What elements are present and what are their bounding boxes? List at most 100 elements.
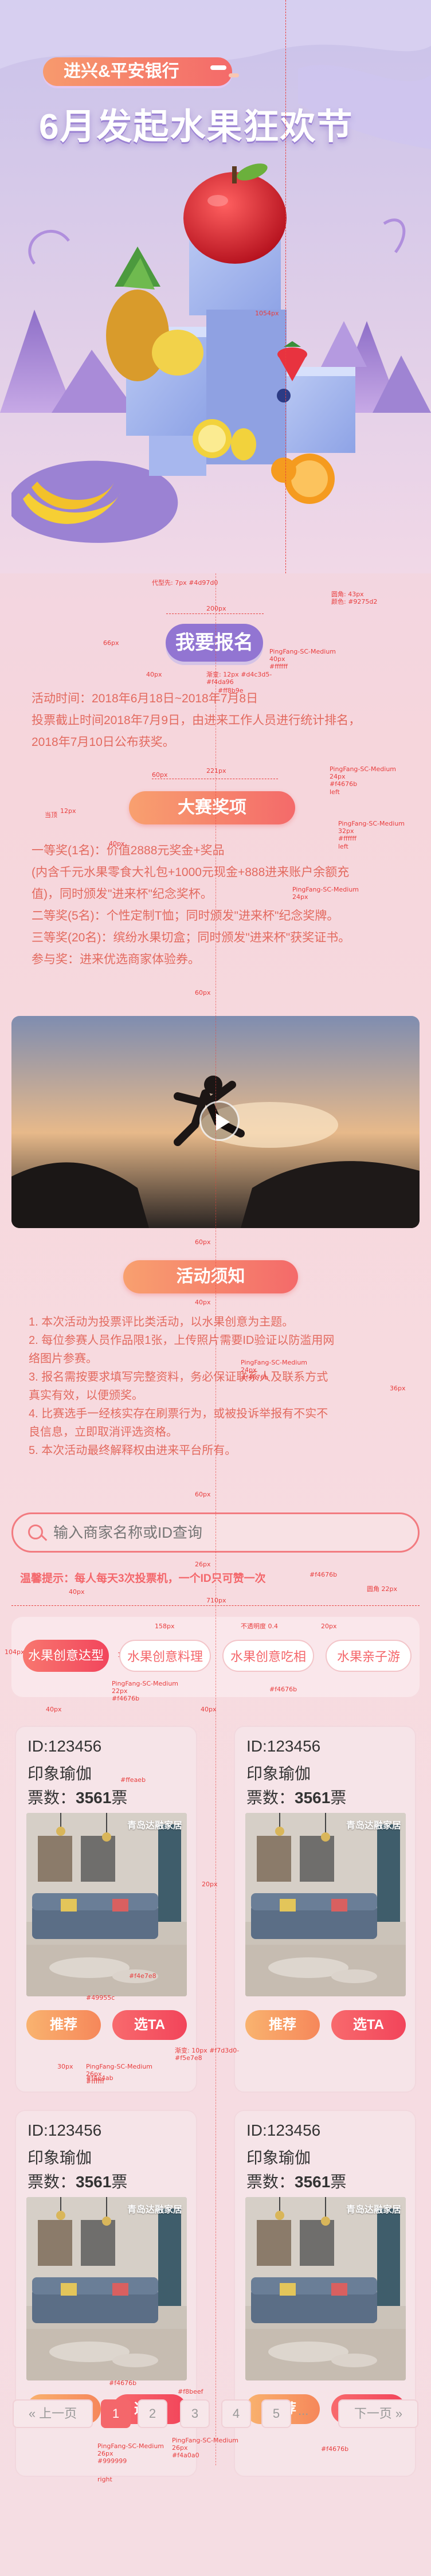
notice-line: 5. 本次活动最终解释权由进来平台所有。 — [29, 1444, 237, 1457]
annotation: 代型先: 7px #4d97d0 — [152, 579, 218, 587]
tag-fruit-eating[interactable]: 水果创意吃相 — [222, 1640, 314, 1672]
tag-fruit-style[interactable]: 水果创意达型 — [23, 1640, 109, 1672]
contestant-photo[interactable]: 青岛达融家居 — [26, 2197, 187, 2380]
guide-line — [215, 573, 216, 2465]
page-number: 3 — [191, 2406, 199, 2421]
play-icon[interactable] — [199, 1101, 240, 1141]
contestant-photo[interactable]: 青岛达融家居 — [245, 2197, 406, 2380]
contestant-photo[interactable]: 青岛达融家居 — [245, 1813, 406, 1996]
page-number: 1 — [112, 2406, 120, 2421]
page: 进兴&平安银行 6月发起水果狂欢节 1054px 代型先: 7px #4d97d… — [0, 0, 431, 2576]
recommend-button[interactable]: 推荐 — [26, 2010, 101, 2040]
tag-fruit-family[interactable]: 水果亲子游 — [326, 1640, 412, 1672]
contestant-id: ID:123456 — [246, 1737, 321, 1755]
tag-label: 水果创意吃相 — [230, 1649, 306, 1664]
living-room-photo — [245, 1813, 406, 1996]
vote-count: 票数：3561票 — [28, 1785, 127, 1808]
notice-line: 络图片参赛。 — [29, 1353, 97, 1365]
annotation: #49955c — [86, 1994, 115, 2002]
tag-fruit-cooking[interactable]: 水果创意料理 — [119, 1640, 211, 1672]
living-room-photo — [26, 1813, 187, 1996]
award-line: (内含千元水果零食大礼包+1000元现金+888进来账户余额充 — [32, 866, 350, 879]
vote-number: 3561 — [295, 1789, 331, 1807]
contestant-name: 印象瑜伽 — [28, 2149, 92, 2167]
pagination-page-3[interactable]: 3 — [180, 2399, 210, 2428]
activity-time-line: 活动时间：2018年6月18日~2018年7月8日 — [32, 692, 258, 705]
search-icon-handle — [41, 1535, 48, 1541]
vote-number: 3561 — [76, 1789, 112, 1807]
annotation: 圆角 22px — [367, 1585, 397, 1593]
annotation: 200px — [206, 605, 226, 612]
awards-title-text: 大赛奖项 — [178, 798, 246, 817]
annotation: PingFang-SC-Medium 26px #f4a0a0 — [172, 2437, 238, 2460]
contestant-photo[interactable]: 青岛达融家居 — [26, 1813, 187, 1996]
pagination-page-4[interactable]: 4 — [221, 2399, 251, 2428]
vote-label: 票数： — [246, 1789, 295, 1807]
annotation: 104px — [5, 1648, 25, 1656]
bank-badge-text: 进兴&平安银行 — [64, 62, 179, 81]
hero: 进兴&平安银行 6月发起水果狂欢节 — [0, 0, 431, 573]
recommend-button[interactable]: 推荐 — [245, 2010, 320, 2040]
pagination-page-1[interactable]: 1 — [101, 2399, 131, 2428]
badge-dash-icon — [210, 65, 226, 70]
annotation: 圆角: 43px 颜色: #9275d2 — [331, 591, 378, 606]
annotation: 158px — [155, 1623, 175, 1630]
tag-label: 水果亲子游 — [336, 1649, 400, 1664]
vote-button[interactable]: 选TA — [112, 2010, 187, 2040]
vote-number: 3561 — [76, 2173, 112, 2191]
recommend-button-label: 推荐 — [50, 2017, 77, 2032]
recommend-button-label: 推荐 — [269, 2017, 296, 2032]
annotation: right — [97, 2476, 112, 2483]
living-room-photo — [26, 2197, 187, 2380]
pagination-page-2[interactable]: 2 — [138, 2399, 167, 2428]
vote-unit: 票 — [330, 1789, 347, 1807]
contestant-name: 印象瑜伽 — [246, 2149, 311, 2167]
notice-line: 1. 本次活动为投票评比类活动，以水果创意为主题。 — [29, 1316, 294, 1328]
vote-button[interactable]: 选TA — [331, 2010, 406, 2040]
annotation: 60px — [195, 989, 211, 996]
contestant-id: ID:123456 — [246, 2121, 321, 2139]
vote-count: 票数：3561票 — [246, 1785, 346, 1808]
annotation: #f8beef — [178, 2388, 203, 2395]
page-title: 6月发起水果狂欢节 — [39, 107, 354, 147]
annotation: 20px — [321, 1623, 337, 1630]
photo-watermark: 青岛达融家居 — [127, 2205, 182, 2215]
vote-unit: 票 — [111, 2173, 128, 2191]
annotation: #f4e7e8 — [129, 1972, 156, 1980]
annotation: PingFang-SC-Medium 40px #ffffff — [269, 648, 336, 671]
annotation: PingFang-SC-Medium 22px #f4676b — [112, 1680, 178, 1703]
contestant-card: ID:123456 印象瑜伽票数：3561票青岛达融家居推荐 选TA — [234, 1726, 416, 2093]
pagination-next[interactable]: 下一页 » — [338, 2399, 418, 2428]
annotation: 40px — [201, 1706, 217, 1713]
contestant-id: ID:123456 — [28, 2121, 102, 2139]
award-line: 三等奖(20名)：缤纷水果切盒；同时颁发"进来杯"获奖证书。 — [32, 931, 351, 944]
annotation: 40px — [146, 671, 162, 678]
hero-illustration — [0, 0, 431, 573]
annotation: 60px — [152, 771, 168, 779]
signup-button[interactable]: 我要报名 — [166, 624, 263, 662]
annotation: #f4676b — [109, 2379, 137, 2387]
annotation: #f4676b — [309, 1571, 338, 1578]
pagination-page-5[interactable]: 5 — [261, 2399, 291, 2428]
annotation: PingFang-SC-Medium 26px #999999 — [97, 2442, 164, 2465]
notice-line: 良信息，立即取消评选资格。 — [29, 1426, 178, 1439]
annotation: 60px — [195, 1491, 211, 1498]
annotation: PingFang-SC-Medium 24px — [292, 886, 359, 901]
notice-title: 活动须知 — [123, 1260, 298, 1293]
annotation: 渐变: 10px #f7d3d0- #f5e7e8 — [175, 2047, 240, 2062]
awards-list: 一等奖(1名)：价值2888元奖金+奖品 (内含千元水果零食大礼包+1000元现… — [32, 840, 410, 971]
vote-count: 票数：3561票 — [28, 2170, 127, 2192]
annotation: 60px — [195, 1238, 211, 1246]
pagination-prev[interactable]: « 上一页 — [13, 2399, 93, 2428]
vote-label: 票数： — [28, 1789, 76, 1807]
search-icon[interactable] — [28, 1525, 43, 1539]
notice-line: 4. 比赛选手一经核实存在刷票行为，或被投诉举报有不实不 — [29, 1408, 328, 1420]
pagination-ellipsis: ... — [298, 2403, 309, 2418]
award-line: 一等奖(1名)：价值2888元奖金+奖品 — [32, 844, 225, 857]
page-number: 4 — [232, 2406, 240, 2421]
activity-time-line: 2018年7月10日公布获奖。 — [32, 736, 175, 749]
search-input[interactable] — [53, 1520, 397, 1545]
annotation: 36px — [390, 1385, 406, 1392]
annotation: 40px — [195, 1299, 211, 1306]
annotation: 12px — [60, 807, 76, 815]
